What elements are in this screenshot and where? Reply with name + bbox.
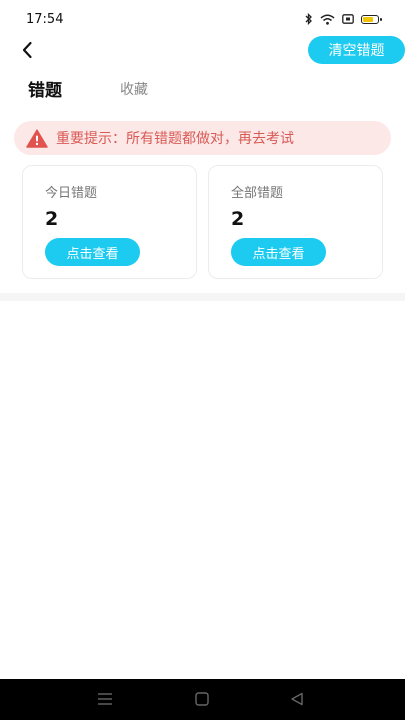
all-mistakes-card: 全部错题 2 点击查看 [208,165,383,279]
card-count: 2 [231,208,245,230]
status-time: 17:54 [26,11,64,27]
view-all-button[interactable]: 点击查看 [231,238,326,266]
card-title: 今日错题 [45,186,98,201]
wifi-icon [320,14,335,25]
sim-icon [342,14,354,24]
card-title: 全部错题 [231,186,284,201]
today-mistakes-card: 今日错题 2 点击查看 [22,165,197,279]
back-icon[interactable] [290,692,304,706]
card-count: 2 [45,208,59,230]
view-today-button[interactable]: 点击查看 [45,238,140,266]
battery-icon [361,14,382,24]
notice-text: 重要提示：所有错题都做对，再去考试 [56,131,294,147]
system-nav-bar [0,679,405,720]
tab-mistakes[interactable]: 错题 [28,76,62,101]
home-icon[interactable] [195,692,209,706]
status-bar: 17:54 [0,0,405,38]
tab-favorites[interactable]: 收藏 [120,79,148,99]
important-notice: 重要提示：所有错题都做对，再去考试 [14,121,391,155]
status-icons [305,13,382,25]
top-bar: 清空错题 [0,36,405,66]
section-divider [0,293,405,301]
tab-bar: 错题 收藏 [0,76,405,102]
bluetooth-icon [305,13,312,25]
warning-icon [26,128,48,148]
back-button[interactable] [14,36,40,64]
chevron-left-icon [22,41,32,59]
clear-mistakes-button[interactable]: 清空错题 [308,36,405,64]
menu-icon[interactable] [97,692,113,706]
